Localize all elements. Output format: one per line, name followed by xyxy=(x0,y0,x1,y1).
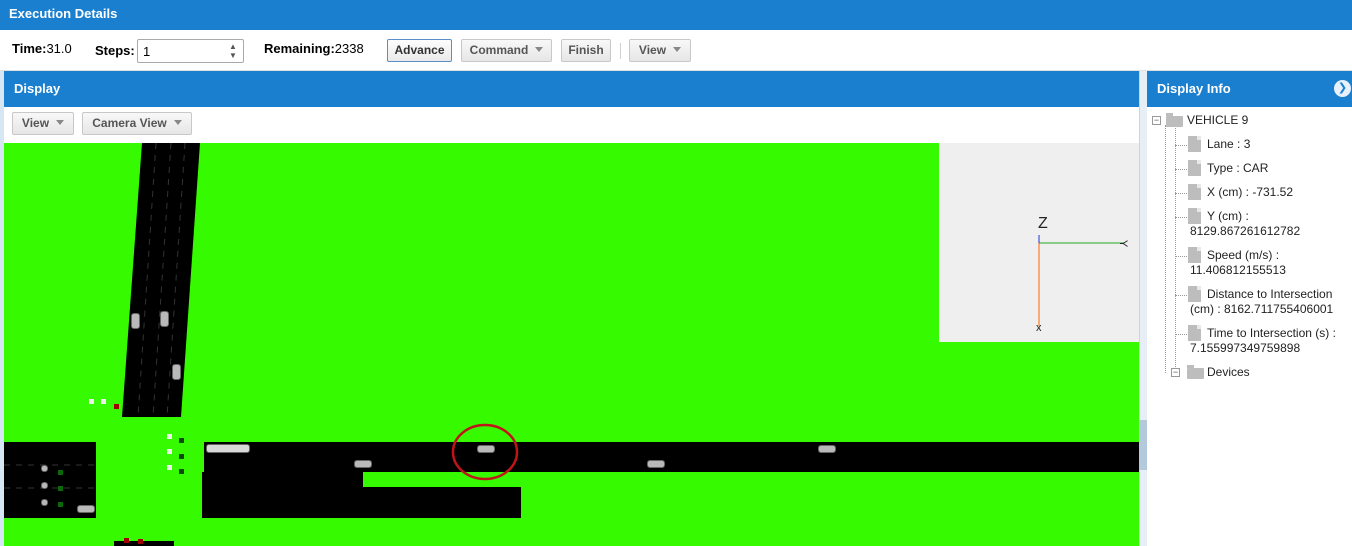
document-icon xyxy=(1188,208,1201,224)
execution-toolbar: Time:31.0 Steps: ▲▼ Remaining:2338 Advan… xyxy=(0,30,1352,71)
document-icon xyxy=(1188,286,1201,302)
tree-item-speed-label[interactable]: Speed (m/s) : xyxy=(1207,248,1279,263)
tree-item-lane[interactable]: Lane : 3 xyxy=(1207,137,1250,152)
vehicle[interactable] xyxy=(41,482,48,489)
command-label: Command xyxy=(469,43,529,57)
remaining-value: 2338 xyxy=(334,41,364,56)
display-panel-title: Display xyxy=(4,71,1140,107)
display-view-menu-button[interactable]: View xyxy=(12,112,74,135)
time-label: Time: xyxy=(12,41,47,56)
traffic-light-icon xyxy=(58,470,63,475)
simulation-canvas[interactable]: Z x Y xyxy=(4,143,1139,546)
folder-icon xyxy=(1187,365,1204,379)
folder-icon xyxy=(1166,113,1183,127)
document-icon xyxy=(1188,160,1201,176)
view-menu-button[interactable]: View xyxy=(629,39,691,62)
traffic-light-icon xyxy=(58,486,63,491)
traffic-light-icon xyxy=(101,399,106,404)
tree-item-time-label[interactable]: Time to Intersection (s) : xyxy=(1207,326,1336,341)
traffic-light-icon xyxy=(58,502,63,507)
traffic-light-icon xyxy=(138,539,143,544)
steps-spinner[interactable]: ▲▼ xyxy=(137,39,244,63)
spinner-arrows-icon[interactable]: ▲ ▼ xyxy=(227,42,239,60)
traffic-light-icon xyxy=(89,399,94,404)
chevron-down-icon xyxy=(673,47,682,53)
tree-item-type[interactable]: Type : CAR xyxy=(1207,161,1268,176)
collapse-panel-icon[interactable]: ❯ xyxy=(1334,80,1351,97)
axis-z-label: Z xyxy=(1038,215,1048,232)
time-readout: Time:31.0 xyxy=(12,41,72,57)
axis-gizmo xyxy=(1038,235,1124,326)
vehicle[interactable] xyxy=(41,465,48,472)
toolbar-separator xyxy=(620,43,621,59)
camera-view-label: Camera View xyxy=(92,116,167,130)
selection-highlight-circle xyxy=(451,423,519,481)
bus[interactable] xyxy=(206,444,250,453)
vehicle[interactable] xyxy=(77,505,95,513)
tree-item-distance-label[interactable]: Distance to Intersection xyxy=(1207,287,1332,302)
chevron-down-icon xyxy=(535,47,544,53)
display-toolbar: View Camera View xyxy=(4,107,1140,143)
tree-collapse-toggle[interactable]: − xyxy=(1171,368,1180,377)
traffic-light-icon xyxy=(179,454,184,459)
traffic-light-icon xyxy=(179,438,184,443)
view-label: View xyxy=(638,43,667,57)
document-icon xyxy=(1188,184,1201,200)
display-info-tree: − VEHICLE 9 Lane : 3 Type : CAR X (cm) :… xyxy=(1147,107,1352,546)
time-value: 31.0 xyxy=(46,41,72,56)
display-view-label: View xyxy=(21,116,50,130)
axis-gizmo-panel: Z x Y xyxy=(939,143,1139,342)
remaining-label: Remaining: xyxy=(264,41,335,56)
axis-x-label: x xyxy=(1036,322,1042,334)
tree-root-vehicle[interactable]: VEHICLE 9 xyxy=(1187,113,1248,128)
vehicle[interactable] xyxy=(818,445,836,453)
vehicle[interactable] xyxy=(160,311,169,327)
splitter-handle[interactable] xyxy=(1139,420,1147,470)
document-icon xyxy=(1188,136,1201,152)
remaining-readout: Remaining:2338 xyxy=(264,41,364,57)
vehicle[interactable] xyxy=(647,460,665,468)
steps-label: Steps: xyxy=(95,43,135,58)
panel-splitter[interactable] xyxy=(1139,71,1147,546)
axis-y-label: Y xyxy=(1117,239,1130,248)
vehicle[interactable] xyxy=(172,364,181,380)
command-menu-button[interactable]: Command xyxy=(461,39,552,62)
traffic-light-icon xyxy=(179,469,184,474)
chevron-down-icon xyxy=(173,120,182,126)
finish-button[interactable]: Finish xyxy=(561,39,611,62)
steps-input[interactable] xyxy=(143,41,223,61)
tree-item-time-value[interactable]: 7.155997349759898 xyxy=(1190,341,1300,356)
traffic-light-icon xyxy=(167,449,172,454)
chevron-down-icon xyxy=(56,120,65,126)
tree-item-distance-value[interactable]: (cm) : 8162.711755406001 xyxy=(1190,302,1333,317)
vehicle[interactable] xyxy=(354,460,372,468)
tree-item-y-value[interactable]: 8129.867261612782 xyxy=(1190,224,1300,239)
traffic-light-icon xyxy=(167,434,172,439)
display-info-title: Display Info xyxy=(1147,71,1352,107)
document-icon xyxy=(1188,247,1201,263)
tree-item-y-label[interactable]: Y (cm) : xyxy=(1207,209,1249,224)
tree-item-x[interactable]: X (cm) : -731.52 xyxy=(1207,185,1293,200)
tree-item-devices[interactable]: Devices xyxy=(1207,365,1250,380)
traffic-light-icon xyxy=(124,538,129,543)
traffic-light-icon xyxy=(114,404,119,409)
vehicle[interactable] xyxy=(131,313,140,329)
tree-collapse-toggle[interactable]: − xyxy=(1152,116,1161,125)
document-icon xyxy=(1188,325,1201,341)
execution-details-title: Execution Details xyxy=(0,0,1352,30)
camera-view-menu-button[interactable]: Camera View xyxy=(82,112,192,135)
advance-button[interactable]: Advance xyxy=(387,39,452,62)
vehicle[interactable] xyxy=(41,499,48,506)
traffic-light-icon xyxy=(167,465,172,470)
tree-item-speed-value[interactable]: 11.406812155513 xyxy=(1190,263,1286,278)
